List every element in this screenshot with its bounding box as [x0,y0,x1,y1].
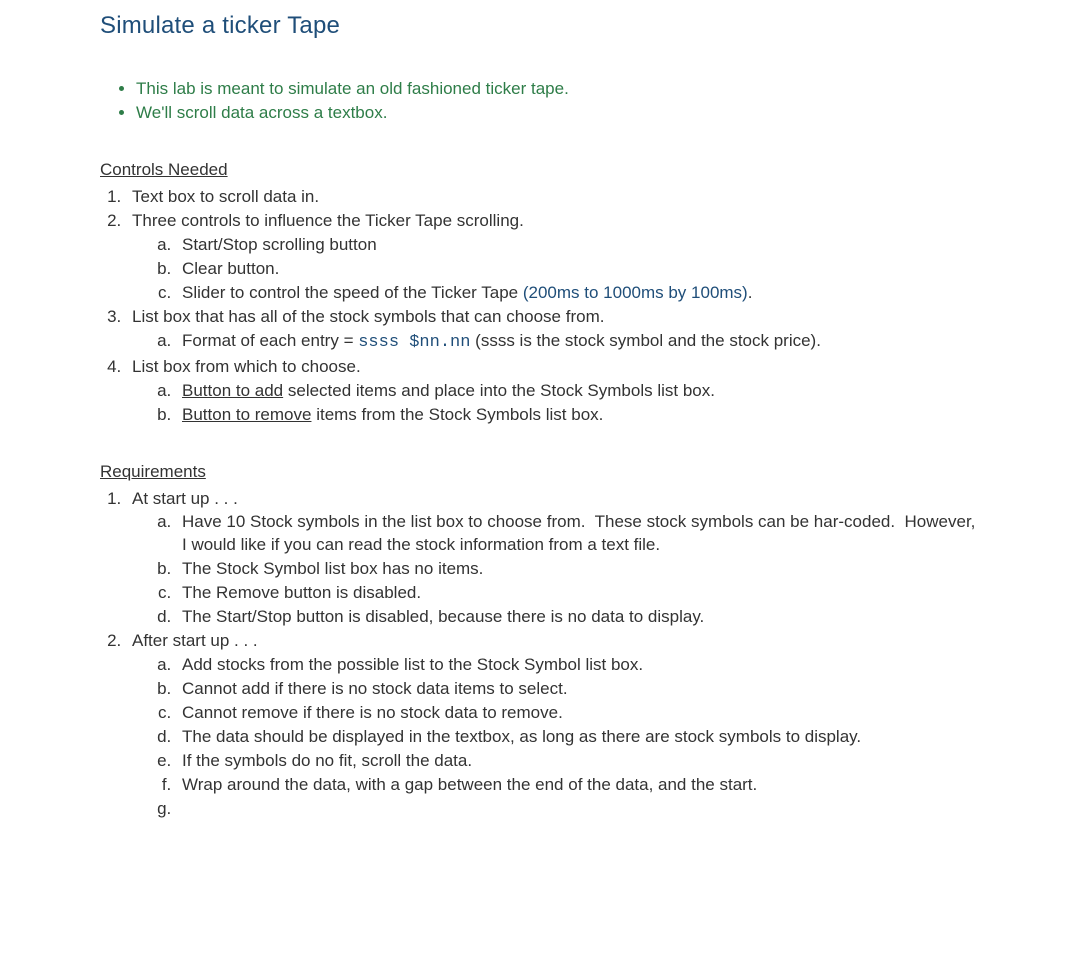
text-run: Text box to scroll data in. [132,187,319,206]
text-run: Button to add [182,381,283,400]
requirements-subitem: The Stock Symbol list box has no items. [176,558,980,581]
text-run: Cannot add if there is no stock data ite… [182,679,568,698]
text-run: Add stocks from the possible list to the… [182,655,643,674]
page-title: Simulate a ticker Tape [100,10,980,42]
text-run: Have 10 Stock symbols in the list box to… [182,512,980,554]
controls-item: List box that has all of the stock symbo… [126,306,980,355]
text-run: Start/Stop scrolling button [182,235,377,254]
text-run: ssss $nn.nn [358,333,470,352]
controls-sublist: Button to add selected items and place i… [132,380,980,427]
text-run: The Remove button is disabled. [182,583,421,602]
text-run: Cannot remove if there is no stock data … [182,703,563,722]
requirements-item: After start up . . . Add stocks from the … [126,630,980,821]
requirements-subitem: The Start/Stop button is disabled, becau… [176,606,980,629]
text-run: Wrap around the data, with a gap between… [182,775,757,794]
requirements-subitem: The Remove button is disabled. [176,582,980,605]
controls-item: Three controls to influence the Ticker T… [126,210,980,305]
controls-list: Text box to scroll data in. Three control… [100,186,980,426]
controls-subitem: Clear button. [176,258,980,281]
controls-sublist: Start/Stop scrolling button Clear button.… [132,234,980,305]
requirements-subitem: If the symbols do no fit, scroll the dat… [176,750,980,773]
text-run: The Stock Symbol list box has no items. [182,559,483,578]
intro-bullet: This lab is meant to simulate an old fas… [136,78,980,101]
requirements-subitem: Cannot remove if there is no stock data … [176,702,980,725]
text-run: Clear button. [182,259,279,278]
requirements-list: At start up . . . Have 10 Stock symbols i… [100,488,980,821]
controls-subitem: Start/Stop scrolling button [176,234,980,257]
text-run: selected items and place into the Stock … [283,381,715,400]
text-run: (ssss is the stock symbol and the stock … [470,331,821,350]
controls-item: Text box to scroll data in. [126,186,980,209]
requirements-sublist: Add stocks from the possible list to the… [132,654,980,821]
text-run: List box from which to choose. [132,357,361,376]
requirements-subitem: Cannot add if there is no stock data ite… [176,678,980,701]
text-run: The Start/Stop button is disabled, becau… [182,607,704,626]
text-run: List box that has all of the stock symbo… [132,307,604,326]
text-run: The data should be displayed in the text… [182,727,861,746]
text-run: After start up . . . [132,631,258,650]
requirements-subitem: Wrap around the data, with a gap between… [176,774,980,797]
text-run: (200ms to 1000ms by 100ms) [523,283,748,302]
requirements-subitem [176,798,980,821]
text-run: At start up . . . [132,489,238,508]
controls-subitem: Slider to control the speed of the Ticke… [176,282,980,305]
controls-subitem: Format of each entry = ssss $nn.nn (ssss… [176,330,980,355]
requirements-item: At start up . . . Have 10 Stock symbols i… [126,488,980,630]
intro-list: This lab is meant to simulate an old fas… [100,78,980,125]
requirements-subitem: Have 10 Stock symbols in the list box to… [176,511,980,557]
controls-item: List box from which to choose. Button to … [126,356,980,427]
controls-subitem: Button to remove items from the Stock Sy… [176,404,980,427]
text-run: . [748,283,753,302]
requirements-subitem: Add stocks from the possible list to the… [176,654,980,677]
intro-bullet: We'll scroll data across a textbox. [136,102,980,125]
text-run: Format of each entry = [182,331,358,350]
text-run: items from the Stock Symbols list box. [311,405,603,424]
text-run: Slider to control the speed of the Ticke… [182,283,523,302]
requirements-heading: Requirements [100,461,980,484]
requirements-subitem: The data should be displayed in the text… [176,726,980,749]
controls-sublist: Format of each entry = ssss $nn.nn (ssss… [132,330,980,355]
text-run: If the symbols do no fit, scroll the dat… [182,751,472,770]
text-run: Three controls to influence the Ticker T… [132,211,524,230]
requirements-sublist: Have 10 Stock symbols in the list box to… [132,511,980,629]
text-run: Button to remove [182,405,311,424]
controls-heading: Controls Needed [100,159,980,182]
controls-subitem: Button to add selected items and place i… [176,380,980,403]
